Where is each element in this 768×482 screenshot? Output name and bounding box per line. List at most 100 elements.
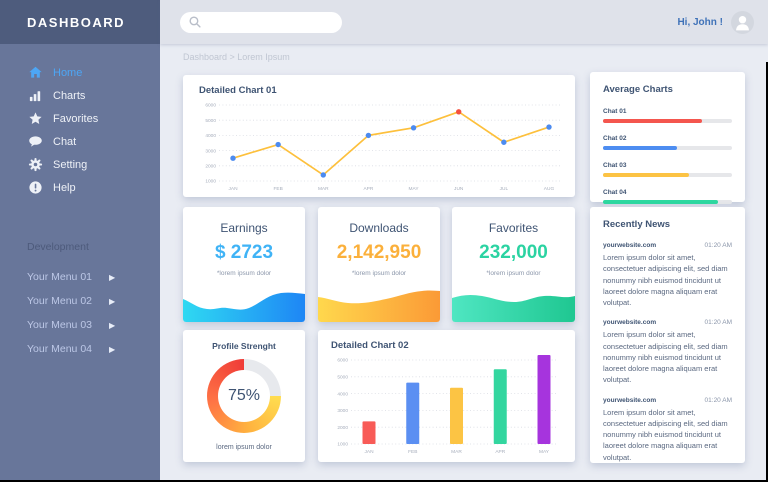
chevron-right-icon: ▶ (109, 297, 115, 306)
svg-text:1000: 1000 (205, 179, 216, 185)
app-title: DASHBOARD (27, 15, 125, 30)
progress-track (603, 146, 732, 150)
news-text: Lorem ipsum dolor sit amet, consectetuer… (603, 407, 732, 463)
svg-text:3000: 3000 (337, 408, 348, 414)
svg-text:MAR: MAR (451, 449, 462, 455)
sidebar-item-your-menu-02[interactable]: Your Menu 02 ▶ (0, 289, 160, 313)
user-greeting: Hi, John ! (677, 17, 723, 28)
chart-title: Detailed Chart 02 (331, 340, 409, 351)
sidebar-item-label: Favorites (53, 113, 98, 125)
news-item: yourwebsite.com 01:20 AM Lorem ipsum dolo… (603, 397, 732, 463)
sidebar-item-your-menu-03[interactable]: Your Menu 03 ▶ (0, 313, 160, 337)
sidebar-item-setting[interactable]: Setting (0, 153, 160, 176)
stat-title: Earnings (220, 221, 267, 235)
panel-subtitle: lorem ipsum dolor (183, 444, 305, 451)
svg-text:MAR: MAR (318, 186, 329, 192)
svg-text:5000: 5000 (337, 375, 348, 381)
search-bar[interactable] (180, 12, 342, 33)
earnings-card: Earnings $ 2723 *lorem ipsum dolor (183, 207, 305, 322)
sidebar-item-charts[interactable]: Charts (0, 84, 160, 107)
progress-row: Chat 02 (603, 135, 732, 150)
sidebar-item-home[interactable]: Home (0, 61, 160, 84)
stat-subtitle: *lorem ipsum dolor (352, 270, 406, 277)
svg-text:JUN: JUN (454, 186, 464, 192)
chat-bubble-icon (27, 134, 43, 150)
svg-text:JUL: JUL (500, 186, 509, 192)
chart-title: Detailed Chart 01 (199, 85, 277, 96)
user-area[interactable]: Hi, John ! (677, 11, 754, 34)
sidebar-item-favorites[interactable]: Favorites (0, 107, 160, 130)
breadcrumb: Dashboard > Lorem Ipsum (183, 52, 290, 62)
svg-text:4000: 4000 (337, 391, 348, 397)
stat-subtitle: *lorem ipsum dolor (486, 270, 540, 277)
news-text: Lorem ipsum dolor sit amet, consectetuer… (603, 329, 732, 385)
sidebar-item-your-menu-01[interactable]: Your Menu 01 ▶ (0, 265, 160, 289)
svg-text:JAN: JAN (364, 449, 374, 455)
gear-icon (27, 157, 43, 173)
bar-chart: 100020003000400050006000JANFEBMARAPRMAY (329, 352, 564, 456)
stat-value: 232,000 (479, 242, 548, 264)
panel-title: Average Charts (603, 84, 732, 95)
dashboard-app: DASHBOARD Home Charts Favorites (0, 0, 768, 482)
news-source-link[interactable]: yourwebsite.com (603, 397, 656, 404)
profile-strength-card: Profile Strenght 75% lorem ipsum dolor (183, 330, 305, 462)
news-item: yourwebsite.com 01:20 AM Lorem ipsum dolo… (603, 319, 732, 385)
recently-news-card: Recently News yourwebsite.com01:20 AM Lo… (590, 207, 745, 463)
sidebar-nav: Home Charts Favorites Chat (0, 44, 160, 199)
progress-row: Chat 03 (603, 162, 732, 177)
stat-title: Downloads (349, 221, 408, 235)
svg-text:JAN: JAN (228, 186, 238, 192)
donut-percent: 75% (228, 387, 260, 405)
average-charts-card: Average Charts Chat 01 Chat 02 Chat 03 C… (590, 72, 745, 202)
news-time: 01:20 AM (705, 242, 732, 249)
svg-text:FEB: FEB (273, 186, 282, 192)
svg-text:5000: 5000 (205, 118, 216, 124)
svg-text:1000: 1000 (337, 442, 348, 448)
news-time: 01:20 AM (705, 319, 732, 326)
home-icon (27, 65, 43, 81)
svg-text:MAY: MAY (409, 186, 420, 192)
chevron-right-icon: ▶ (109, 273, 115, 282)
area-sparkline (318, 286, 440, 322)
sidebar-item-label: Chat (53, 136, 76, 148)
chevron-right-icon: ▶ (109, 345, 115, 354)
svg-text:APR: APR (363, 186, 373, 192)
news-item: yourwebsite.com 01:20 AM Lorem ipsum dolo… (603, 242, 732, 308)
sidebar-item-help[interactable]: Help (0, 176, 160, 199)
svg-text:FEB: FEB (408, 449, 417, 455)
topbar: Hi, John ! (160, 0, 768, 44)
stat-title: Favorites (489, 221, 538, 235)
svg-text:APR: APR (495, 449, 505, 455)
progress-fill (603, 146, 677, 150)
stat-value: $ 2723 (215, 242, 273, 264)
sidebar-item-label: Charts (53, 90, 85, 102)
sidebar-item-chat[interactable]: Chat (0, 130, 160, 153)
news-time: 01:20 AM (705, 397, 732, 404)
stat-subtitle: *lorem ipsum dolor (217, 270, 271, 277)
star-icon (27, 111, 43, 127)
progress-fill (603, 119, 702, 123)
progress-row: Chat 01 (603, 108, 732, 123)
search-input[interactable] (202, 17, 322, 28)
progress-track (603, 173, 732, 177)
donut-chart: 75% (207, 359, 281, 433)
svg-text:3000: 3000 (205, 148, 216, 154)
avatar[interactable] (731, 11, 754, 34)
search-icon (188, 15, 202, 29)
exclamation-circle-icon (27, 180, 43, 196)
main-content: Dashboard > Lorem Ipsum Detailed Chart 0… (160, 44, 768, 482)
development-section: Development Your Menu 01 ▶ Your Menu 02 … (0, 241, 160, 361)
sidebar: DASHBOARD Home Charts Favorites (0, 0, 160, 482)
svg-text:2000: 2000 (337, 425, 348, 431)
news-text: Lorem ipsum dolor sit amet, consectetuer… (603, 252, 732, 308)
downloads-card: Downloads 2,142,950 *lorem ipsum dolor (318, 207, 440, 322)
sidebar-item-your-menu-04[interactable]: Your Menu 04 ▶ (0, 337, 160, 361)
news-source-link[interactable]: yourwebsite.com (603, 319, 656, 326)
stat-value: 2,142,950 (337, 242, 422, 264)
panel-title: Profile Strenght (183, 341, 305, 351)
svg-text:MAY: MAY (539, 449, 550, 455)
favorites-card: Favorites 232,000 *lorem ipsum dolor (452, 207, 575, 322)
news-source-link[interactable]: yourwebsite.com (603, 242, 656, 249)
sidebar-item-label: Help (53, 182, 76, 194)
svg-text:4000: 4000 (205, 133, 216, 139)
